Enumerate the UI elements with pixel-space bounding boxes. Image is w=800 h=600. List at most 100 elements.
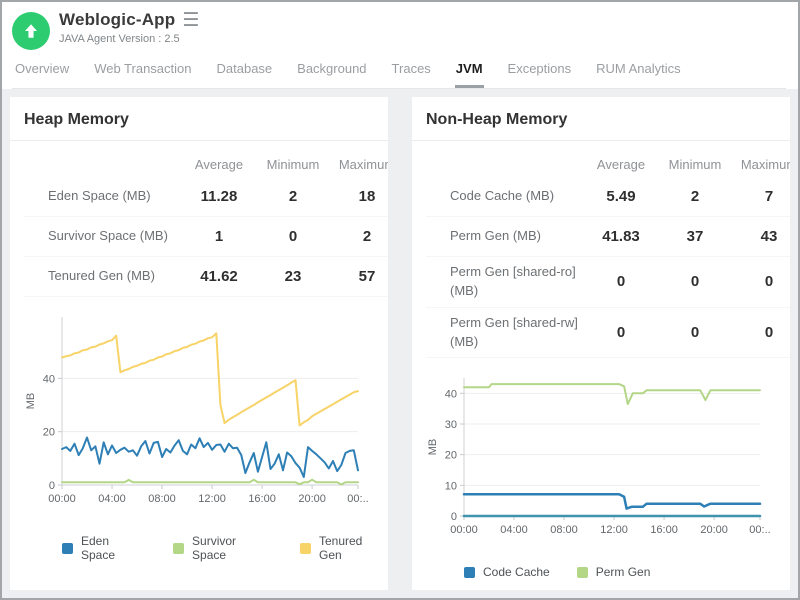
svg-text:20: 20: [445, 450, 457, 462]
metric-value: 0: [732, 273, 790, 290]
metric-value: 43: [732, 228, 790, 245]
tab-database[interactable]: Database: [216, 59, 274, 88]
svg-text:12:00: 12:00: [198, 493, 226, 505]
legend-label: Survivor Space: [192, 534, 273, 562]
heap-memory-panel: Heap Memory AverageMinimumMaximumEden Sp…: [10, 97, 388, 590]
non-heap-memory-panel: Non-Heap Memory AverageMinimumMaximumCod…: [412, 97, 790, 590]
svg-text:00:..: 00:..: [749, 524, 770, 536]
agent-version-label: JAVA Agent Version : 2.5: [59, 33, 199, 45]
legend-item-code-cache[interactable]: Code Cache: [464, 565, 550, 579]
svg-text:30: 30: [445, 419, 457, 431]
legend-label: Code Cache: [483, 565, 550, 579]
svg-text:40: 40: [43, 373, 55, 385]
legend-item-perm-gen-shared-ro-[interactable]: Perm Gen [shared-ro]: [464, 588, 599, 590]
panel-title-heap: Heap Memory: [10, 109, 388, 141]
tab-exceptions[interactable]: Exceptions: [507, 59, 573, 88]
heap-memory-chart-wrap: 0204000:0004:0008:0012:0016:0020:0000:..…: [24, 309, 388, 516]
metric-value: 37: [658, 228, 732, 245]
table-row: Tenured Gen (MB)41.622357: [24, 257, 388, 297]
legend-swatch-icon: [577, 567, 588, 578]
table-row: Perm Gen [shared-rw] (MB)000: [426, 308, 790, 359]
metric-value: 0: [256, 228, 330, 245]
metric-value: 7: [732, 188, 790, 205]
svg-text:0: 0: [49, 480, 55, 492]
legend-item-eden-space[interactable]: Eden Space: [62, 534, 146, 562]
table-header-row: AverageMinimumMaximum: [426, 145, 790, 177]
column-header: Average: [584, 157, 658, 172]
heap-memory-legend: Eden Space Survivor Space Tenured Gen: [62, 534, 388, 562]
svg-text:12:00: 12:00: [600, 524, 628, 536]
legend-label: Perm Gen: [596, 565, 651, 579]
legend-row: Eden Space Survivor Space Tenured Gen: [62, 534, 388, 562]
column-header: Maximum: [732, 157, 790, 172]
series-eden-space: [62, 438, 358, 478]
table-row: Perm Gen (MB)41.833743: [426, 217, 790, 257]
non-heap-memory-legend: Code CachePerm GenPerm Gen [shared-ro]Pe…: [464, 565, 790, 590]
legend-swatch-icon: [464, 567, 475, 578]
tab-overview[interactable]: Overview: [14, 59, 70, 88]
metric-value: 23: [256, 268, 330, 285]
hamburger-menu-icon[interactable]: ☰: [182, 11, 199, 30]
metric-value: 0: [658, 273, 732, 290]
legend-item-tenured-gen[interactable]: Tenured Gen: [300, 534, 388, 562]
metric-value: 0: [584, 324, 658, 341]
metric-label: Code Cache (MB): [426, 181, 584, 212]
heap-memory-chart[interactable]: 0204000:0004:0008:0012:0016:0020:0000:..…: [24, 309, 368, 511]
table-row: Code Cache (MB)5.4927: [426, 177, 790, 217]
legend-row: Perm Gen [shared-ro] Perm Gen [shared-rw]: [464, 588, 790, 590]
series-tenured-gen: [62, 333, 358, 425]
metric-value: 2: [330, 228, 388, 245]
legend-item-perm-gen-shared-rw-[interactable]: Perm Gen [shared-rw]: [626, 588, 763, 590]
legend-swatch-icon: [62, 543, 73, 554]
metric-label: Perm Gen [shared-ro] (MB): [426, 257, 584, 307]
legend-label: Eden Space: [81, 534, 146, 562]
column-header: Maximum: [330, 157, 388, 172]
app-window: Weblogic-App ☰ JAVA Agent Version : 2.5 …: [0, 0, 800, 600]
metric-value: 5.49: [584, 188, 658, 205]
legend-label: Perm Gen [shared-ro]: [483, 588, 599, 590]
svg-text:20: 20: [43, 427, 55, 439]
svg-text:08:00: 08:00: [148, 493, 176, 505]
metric-value: 0: [658, 324, 732, 341]
legend-item-survivor-space[interactable]: Survivor Space: [173, 534, 273, 562]
table-row: Perm Gen [shared-ro] (MB)000: [426, 257, 790, 308]
tab-web-transaction[interactable]: Web Transaction: [93, 59, 192, 88]
svg-text:08:00: 08:00: [550, 524, 578, 536]
svg-text:20:00: 20:00: [298, 493, 326, 505]
heap-memory-table: AverageMinimumMaximumEden Space (MB)11.2…: [24, 145, 388, 297]
series-survivor-space: [62, 480, 358, 485]
tab-bar: Overview Web Transaction Database Backgroun…: [12, 59, 786, 89]
tab-background[interactable]: Background: [296, 59, 367, 88]
tab-jvm[interactable]: JVM: [455, 59, 484, 88]
column-header: Average: [182, 157, 256, 172]
metric-value: 41.83: [584, 228, 658, 245]
non-heap-memory-chart[interactable]: 01020304000:0004:0008:0012:0016:0020:000…: [426, 370, 770, 542]
svg-text:00:00: 00:00: [450, 524, 478, 536]
page-title: Weblogic-App: [59, 10, 175, 30]
metric-value: 1: [182, 228, 256, 245]
table-row: Survivor Space (MB)102: [24, 217, 388, 257]
svg-text:00:00: 00:00: [48, 493, 76, 505]
svg-text:16:00: 16:00: [248, 493, 276, 505]
svg-text:20:00: 20:00: [700, 524, 728, 536]
legend-label: Perm Gen [shared-rw]: [645, 588, 763, 590]
legend-swatch-icon: [300, 543, 311, 554]
panel-title-non-heap: Non-Heap Memory: [412, 109, 790, 141]
monitor-status-badge: [12, 12, 50, 50]
metric-value: 18: [330, 188, 388, 205]
metric-value: 0: [584, 273, 658, 290]
series-code-cache: [464, 495, 760, 509]
dashboard-content: Heap Memory AverageMinimumMaximumEden Sp…: [2, 89, 798, 598]
metric-value: 0: [732, 324, 790, 341]
metric-value: 57: [330, 268, 388, 285]
tab-rum-analytics[interactable]: RUM Analytics: [595, 59, 682, 88]
metric-label: Perm Gen (MB): [426, 221, 584, 252]
legend-row: Code Cache Perm Gen: [464, 565, 790, 579]
tab-traces[interactable]: Traces: [391, 59, 432, 88]
metric-label: Survivor Space (MB): [24, 221, 182, 252]
arrow-up-icon: [22, 22, 40, 40]
non-heap-memory-chart-wrap: 01020304000:0004:0008:0012:0016:0020:000…: [426, 370, 790, 547]
legend-item-perm-gen[interactable]: Perm Gen: [577, 565, 651, 579]
legend-label: Tenured Gen: [319, 534, 388, 562]
svg-text:0: 0: [451, 511, 457, 523]
